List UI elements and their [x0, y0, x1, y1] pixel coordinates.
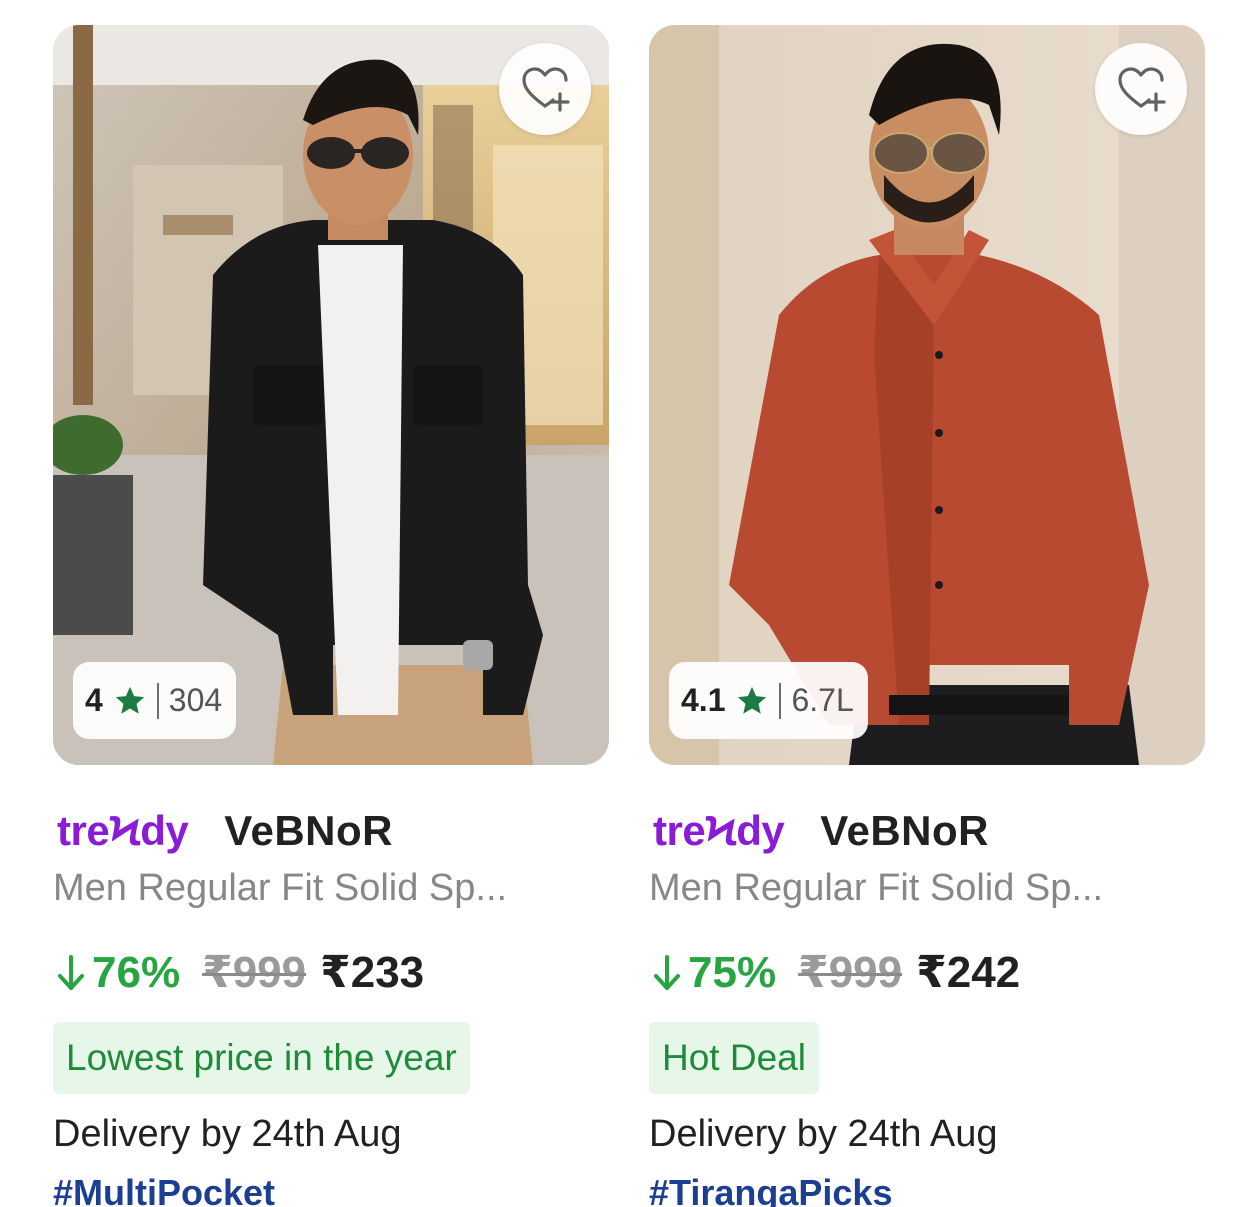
rating-value: 4.1: [681, 682, 726, 718]
discount-percent: 75%: [652, 948, 776, 998]
price-row: 75% ₹999 ₹242: [652, 947, 1020, 998]
product-title[interactable]: Men Regular Fit Solid Sp...: [649, 867, 1103, 910]
deal-badge: Lowest price in the year: [53, 1022, 470, 1094]
trendy-tag-logo: treϞdy: [57, 807, 189, 854]
product-card[interactable]: 4.1 6.7L treϞdy VeBNoR Men Regular Fit S…: [649, 25, 1205, 1207]
trendy-tag-logo: treϞdy: [653, 807, 785, 854]
rating-value: 4: [85, 682, 103, 718]
brand-name: VeBNoR: [820, 807, 989, 854]
discount-value: 75%: [688, 947, 777, 997]
heart-plus-icon: [522, 67, 570, 112]
product-card[interactable]: 4 304 treϞdy VeBNoR Men Regular Fit Soli…: [53, 25, 609, 1207]
rating-divider: [156, 682, 159, 719]
product-photo-red-shirt: [649, 25, 1205, 765]
rating-count: 6.7L: [791, 682, 854, 718]
selling-price: ₹233: [320, 948, 425, 997]
rating-badge: 4.1 6.7L: [669, 662, 868, 739]
original-price: ₹999: [798, 948, 903, 997]
wishlist-button[interactable]: [499, 43, 591, 135]
rating-divider: [779, 682, 782, 719]
rating-count: 304: [168, 682, 223, 718]
original-price: ₹999: [202, 948, 307, 997]
delivery-info: Delivery by 24th Aug: [649, 1113, 998, 1155]
star-icon: [738, 686, 767, 714]
brand-row: treϞdy VeBNoR: [57, 801, 393, 861]
brand-row: treϞdy VeBNoR: [653, 801, 989, 861]
heart-plus-icon: [1118, 67, 1166, 112]
discount-percent: 76%: [56, 948, 180, 998]
arrow-down-icon: [654, 954, 680, 990]
price-row: 76% ₹999 ₹233: [56, 947, 424, 998]
hashtag-link[interactable]: #MultiPocket: [53, 1172, 275, 1207]
delivery-info: Delivery by 24th Aug: [53, 1113, 402, 1155]
brand-name: VeBNoR: [224, 807, 393, 854]
hashtag-link[interactable]: #TirangaPicks: [649, 1172, 892, 1207]
product-image[interactable]: 4 304: [53, 25, 609, 765]
product-photo-black-shirt: [53, 25, 609, 765]
rating-badge: 4 304: [73, 662, 237, 739]
wishlist-button[interactable]: [1095, 43, 1187, 135]
product-image[interactable]: 4.1 6.7L: [649, 25, 1205, 765]
star-icon: [115, 686, 144, 714]
selling-price: ₹242: [916, 948, 1021, 997]
discount-value: 76%: [92, 947, 181, 997]
deal-badge: Hot Deal: [649, 1022, 819, 1094]
product-title[interactable]: Men Regular Fit Solid Sp...: [53, 867, 507, 910]
arrow-down-icon: [58, 954, 84, 990]
